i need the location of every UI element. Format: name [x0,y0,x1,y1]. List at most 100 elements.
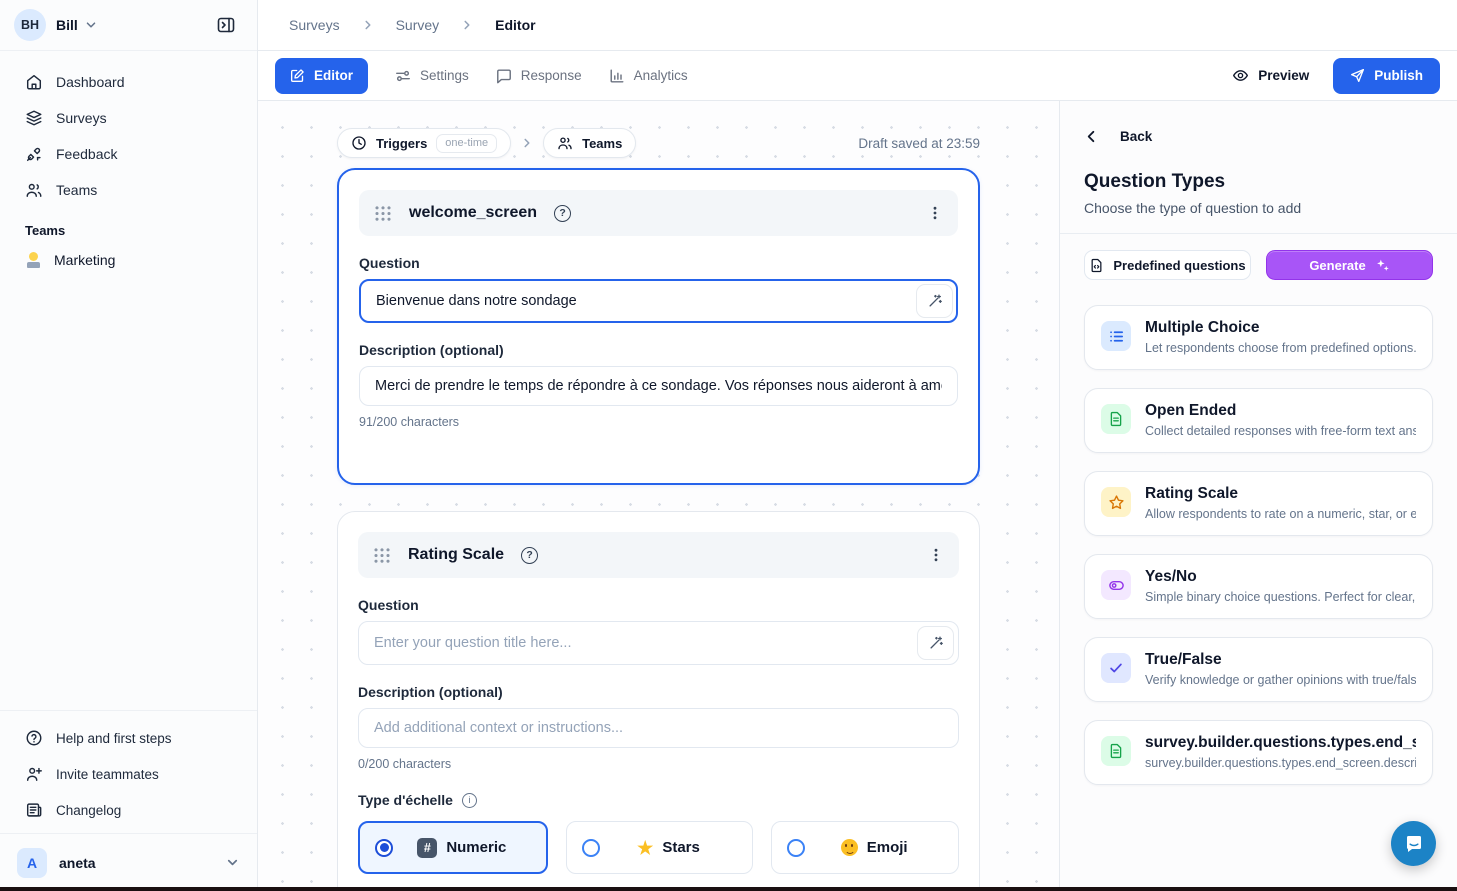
breadcrumb-surveys[interactable]: Surveys [289,17,340,33]
question-title-input[interactable] [359,279,958,323]
chevron-right-icon [361,18,375,32]
drag-handle-icon[interactable] [374,205,392,222]
sidebar-item-label: Dashboard [56,74,125,90]
tab-label: Editor [314,68,353,83]
breadcrumb-editor[interactable]: Editor [495,17,535,33]
question-card-header: Rating Scale ? [358,532,959,578]
sidebar-spacer [0,276,257,710]
sidebar-item-feedback[interactable]: Feedback [10,137,247,171]
workspace-switcher[interactable]: BH Bill [0,0,257,51]
sidebar-item-dashboard[interactable]: Dashboard [10,65,247,99]
question-card-rating-scale[interactable]: Rating Scale ? Question [337,511,980,891]
account-avatar: A [17,848,47,878]
question-card-welcome-screen[interactable]: welcome_screen ? Question [337,168,980,485]
question-type-title: survey.builder.questions.types.end_scr..… [1145,734,1416,752]
description-field-label: Description (optional) [358,684,959,700]
back-button[interactable]: Back [1084,129,1152,144]
sidebar-item-label: Surveys [56,110,107,126]
sidebar-nav: Dashboard Surveys Feedback Teams [0,51,257,207]
document-icon [1101,736,1131,766]
question-type-description: survey.builder.questions.types.end_scree… [1145,756,1416,770]
question-type-description: Collect detailed responses with free-for… [1145,424,1416,438]
collapse-sidebar-button[interactable] [209,8,243,42]
tab-label: Response [521,68,582,83]
question-title-input[interactable] [358,621,959,665]
question-type-end-screen[interactable]: survey.builder.questions.types.end_scr..… [1084,720,1433,785]
teams-section-header: Teams [0,207,257,244]
teams-chip[interactable]: Teams [543,128,636,158]
question-type-true-false[interactable]: True/False Verify knowledge or gather op… [1084,637,1433,702]
sidebar-item-teams[interactable]: Teams [10,173,247,207]
question-field-label: Question [358,597,959,613]
chevron-down-icon [84,18,98,32]
question-type-multiple-choice[interactable]: Multiple Choice Let respondents choose f… [1084,305,1433,370]
publish-button[interactable]: Publish [1333,58,1440,94]
tab-analytics[interactable]: Analytics [609,68,688,84]
drag-handle-icon[interactable] [373,547,391,564]
tab-response[interactable]: Response [496,68,582,84]
preview-button[interactable]: Preview [1232,67,1309,84]
triggers-chip[interactable]: Triggers one-time [337,128,511,158]
radio-icon [787,839,805,857]
triggers-chip-label: Triggers [376,136,427,151]
sliders-icon [395,68,411,84]
team-name: Marketing [54,252,115,268]
toggle-icon [1101,570,1131,600]
account-switcher[interactable]: A aneta [0,833,257,891]
sidebar-item-marketing[interactable]: Marketing [0,244,257,276]
scale-type-options: # Numeric ★ Stars [358,821,959,874]
users-icon [25,181,43,199]
toolbar-actions: Preview Publish [1232,58,1440,94]
sidebar-item-help[interactable]: Help and first steps [10,721,247,755]
list-icon [1101,321,1131,351]
newspaper-icon [25,801,43,819]
question-type-description: Verify knowledge or gather opinions with… [1145,673,1416,687]
generate-button[interactable]: Generate [1266,250,1433,280]
magic-wand-icon [928,635,944,651]
card-menu-button[interactable] [928,547,944,563]
scale-option-emoji[interactable]: Emoji [771,821,959,874]
chat-widget-button[interactable] [1391,821,1436,866]
scale-option-numeric[interactable]: # Numeric [358,821,548,874]
card-menu-button[interactable] [927,205,943,221]
preview-label: Preview [1258,68,1309,83]
question-type-rating-scale[interactable]: Rating Scale Allow respondents to rate o… [1084,471,1433,536]
sidebar-item-label: Help and first steps [56,731,172,746]
panel-actions: Predefined questions Generate [1084,250,1433,280]
question-type-description: Allow respondents to rate on a numeric, … [1145,507,1416,521]
chevron-down-icon [225,855,240,870]
question-type-title: Rating Scale [1145,485,1416,503]
technologist-emoji-icon [25,252,42,268]
clock-icon [351,135,367,151]
chevron-right-icon [460,18,474,32]
question-description-input[interactable] [359,366,958,406]
question-field-label: Question [359,255,958,271]
question-type-open-ended[interactable]: Open Ended Collect detailed responses wi… [1084,388,1433,453]
sidebar-item-invite[interactable]: Invite teammates [10,757,247,791]
question-type-description: Simple binary choice questions. Perfect … [1145,590,1416,604]
breadcrumb-survey[interactable]: Survey [396,17,440,33]
char-count: 0/200 characters [358,757,959,771]
question-type-yes-no[interactable]: Yes/No Simple binary choice questions. P… [1084,554,1433,619]
scale-option-stars[interactable]: ★ Stars [566,821,754,874]
chevron-left-icon [1084,129,1099,144]
bottom-edge-bar [0,887,1457,891]
scale-type-label-row: Type d'échelle i [358,792,959,808]
sidebar-item-changelog[interactable]: Changelog [10,793,247,827]
chat-bubble-icon [496,68,512,84]
question-description-input[interactable] [358,708,959,748]
sidebar-item-surveys[interactable]: Surveys [10,101,247,135]
hash-icon: # [417,838,437,858]
question-card-header: welcome_screen ? [359,190,958,236]
ai-rewrite-button[interactable] [917,626,954,660]
check-icon [1101,653,1131,683]
tab-settings[interactable]: Settings [395,68,469,84]
document-icon [1101,404,1131,434]
char-count: 91/200 characters [359,415,958,429]
panel-collapse-icon [216,15,236,35]
predefined-questions-button[interactable]: Predefined questions [1084,250,1251,280]
layers-icon [25,109,43,127]
ai-rewrite-button[interactable] [916,284,953,318]
tab-editor[interactable]: Editor [275,58,368,94]
question-type-title: Open Ended [1145,402,1416,420]
